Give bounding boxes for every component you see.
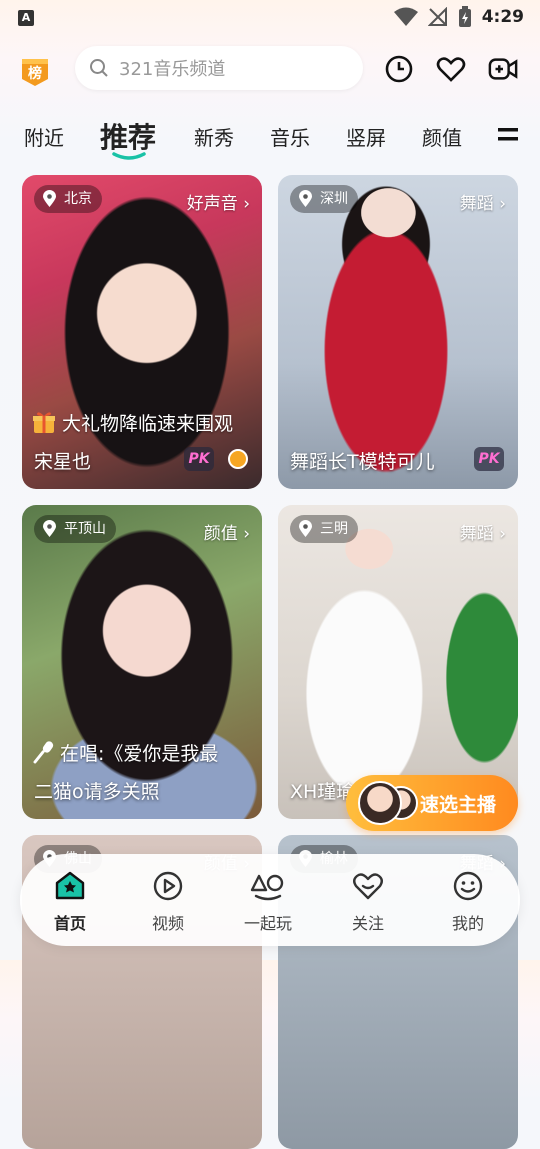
quick-pick-label: 速选主播 <box>420 794 497 816</box>
location-badge: 三明 <box>290 515 358 543</box>
location-label: 三明 <box>320 521 348 537</box>
streamer-avatar <box>358 781 402 825</box>
location-badge: 平顶山 <box>34 515 116 543</box>
status-bar: A 4:29 <box>0 0 540 36</box>
category-link[interactable]: 好声音 › <box>187 189 250 214</box>
category-link[interactable]: 舞蹈 › <box>460 189 506 214</box>
nav-label: 视频 <box>151 914 184 933</box>
banner-text: 大礼物降临速来围观 <box>62 413 234 435</box>
nav-home[interactable]: 首页 <box>30 870 110 934</box>
heart-smile-icon <box>353 873 383 900</box>
location-label: 平顶山 <box>64 521 106 537</box>
nav-label: 首页 <box>53 914 86 933</box>
category-tabs: 附近 推荐 新秀 音乐 竖屏 颜值 <box>0 112 540 162</box>
more-tabs-icon[interactable] <box>498 128 518 142</box>
nav-label: 我的 <box>451 914 484 933</box>
search-input[interactable]: 321音乐频道 <box>75 46 363 90</box>
profile-smile-icon <box>453 871 483 901</box>
stream-banner: 在唱:《爱你是我最 <box>32 739 218 766</box>
location-pin-icon <box>299 190 312 207</box>
tab-music[interactable]: 音乐 <box>270 122 310 151</box>
home-icon <box>55 871 85 900</box>
active-tab-indicator <box>112 152 146 160</box>
location-badge: 北京 <box>34 185 102 213</box>
stream-banner: 大礼物降临速来围观 <box>32 409 233 436</box>
level-star-icon <box>228 449 248 469</box>
tab-vertical[interactable]: 竖屏 <box>346 122 386 151</box>
streamer-name: 宋星也 <box>34 451 92 473</box>
location-pin-icon <box>43 520 56 537</box>
location-label: 深圳 <box>320 191 348 207</box>
go-live-camera-icon[interactable] <box>488 54 518 84</box>
wifi-icon <box>393 7 418 26</box>
stream-card[interactable]: 北京 好声音 › 大礼物降临速来围观 宋星也 PK <box>22 175 262 489</box>
favorites-heart-icon[interactable] <box>436 54 466 84</box>
location-badge: 深圳 <box>290 185 358 213</box>
header: 榜 321音乐频道 <box>0 44 540 94</box>
tab-looks[interactable]: 颜值 <box>422 122 462 151</box>
banner-text: 在唱:《爱你是我最 <box>60 743 219 765</box>
location-label: 北京 <box>64 191 92 207</box>
nav-me[interactable]: 我的 <box>428 870 508 934</box>
rank-badge-button[interactable]: 榜 <box>20 55 50 87</box>
pk-badge: PK <box>184 447 214 471</box>
tab-nearby[interactable]: 附近 <box>24 122 64 151</box>
bottom-navigation: 首页 视频 一起玩 关注 我的 <box>20 854 520 946</box>
stream-cover-image <box>278 175 518 489</box>
tab-newcomers[interactable]: 新秀 <box>194 122 234 151</box>
category-link[interactable]: 颜值 › <box>204 519 250 544</box>
location-pin-icon <box>299 520 312 537</box>
nav-video[interactable]: 视频 <box>128 870 208 934</box>
rank-badge-label: 榜 <box>28 66 42 82</box>
no-signal-icon <box>427 7 447 26</box>
stream-card[interactable]: 三明 舞蹈 › XH瑾瑜 <box>278 505 518 819</box>
quick-pick-streamer-button[interactable]: 速选主播 <box>346 775 518 831</box>
search-placeholder: 321音乐频道 <box>119 59 226 80</box>
search-icon <box>90 59 108 77</box>
category-link[interactable]: 舞蹈 › <box>460 519 506 544</box>
gift-icon <box>33 412 55 433</box>
stream-cover-image <box>278 505 518 819</box>
nav-label: 一起玩 <box>243 914 292 933</box>
notification-app-icon: A <box>18 10 34 26</box>
tab-recommended[interactable]: 推荐 <box>100 116 156 156</box>
microphone-icon <box>33 741 54 764</box>
play-together-icon <box>250 874 284 901</box>
nav-play-together[interactable]: 一起玩 <box>228 870 308 934</box>
stream-card[interactable]: 深圳 舞蹈 › 舞蹈长T模特可儿 PK <box>278 175 518 489</box>
location-pin-icon <box>43 190 56 207</box>
nav-follow[interactable]: 关注 <box>328 870 408 934</box>
stream-card[interactable]: 平顶山 颜值 › 在唱:《爱你是我最 二猫o请多关照 <box>22 505 262 819</box>
video-play-icon <box>153 871 183 901</box>
battery-charging-icon <box>458 6 471 27</box>
streamer-name: 二猫o请多关照 <box>34 781 160 803</box>
history-clock-icon[interactable] <box>384 54 414 84</box>
stream-cover-image <box>22 505 262 819</box>
stream-cover-image <box>22 175 262 489</box>
nav-label: 关注 <box>351 914 384 933</box>
streamer-name: 舞蹈长T模特可儿 <box>290 451 435 473</box>
status-time: 4:29 <box>481 7 524 27</box>
pk-badge: PK <box>474 447 504 471</box>
